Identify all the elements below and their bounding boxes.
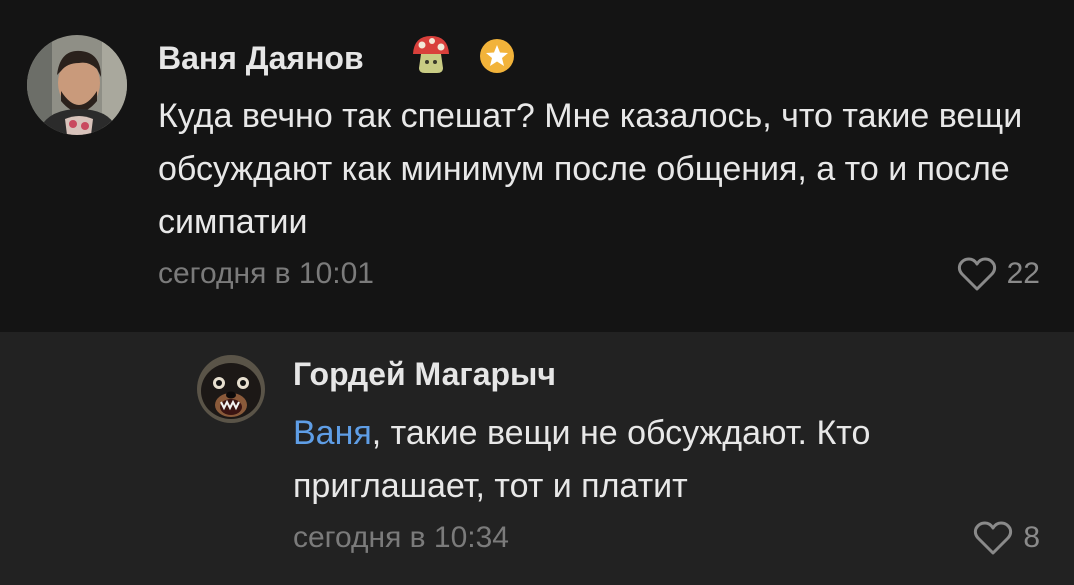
mention-link[interactable]: Ваня	[293, 414, 372, 452]
like-button[interactable]: 22	[957, 256, 1040, 292]
reply-text: , такие вещи не обсуждают. Кто приглашае…	[293, 414, 871, 505]
author-name[interactable]: Ваня Даянов	[158, 40, 364, 76]
reply-comment: Гордей Магарыч Ваня, такие вещи не обсуж…	[0, 332, 1074, 585]
avatar[interactable]	[197, 355, 265, 423]
like-button[interactable]: 8	[973, 520, 1040, 556]
like-count: 22	[1006, 257, 1040, 290]
avatar[interactable]	[27, 35, 127, 135]
like-count: 8	[1023, 521, 1040, 554]
comment-author[interactable]: Гордей Магарыч	[293, 356, 556, 393]
comment-timestamp[interactable]: сегодня в 10:34	[293, 521, 509, 555]
heart-outline-icon	[957, 257, 996, 291]
comment-timestamp[interactable]: сегодня в 10:01	[158, 257, 374, 291]
star-badge-icon	[480, 39, 514, 73]
heart-outline-icon	[974, 521, 1013, 555]
author-name[interactable]: Гордей Магарыч	[293, 356, 556, 392]
comment-author[interactable]: Ваня Даянов	[158, 40, 364, 77]
comment: Ваня Даянов Куда вечно так спешат? Мне к…	[0, 0, 1074, 332]
mushroom-emoji-icon	[413, 36, 449, 73]
comment-text: Ваня, такие вещи не обсуждают. Кто пригл…	[293, 407, 1053, 513]
comment-text: Куда вечно так спешат? Мне казалось, что…	[158, 97, 1023, 241]
